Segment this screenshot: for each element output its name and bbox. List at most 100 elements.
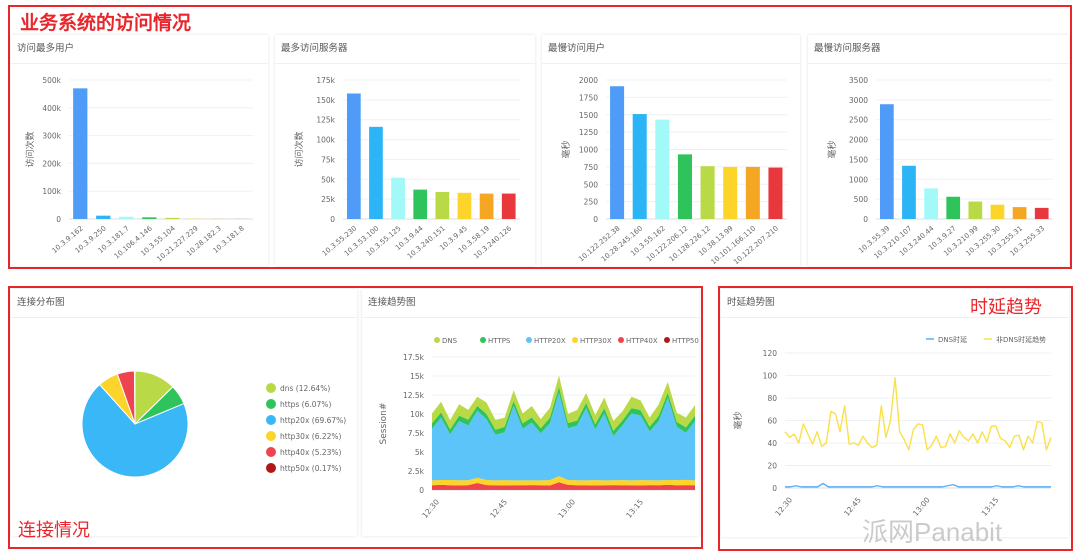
legend-swatch: [266, 447, 276, 457]
y-tick-label: 175k: [316, 76, 335, 85]
panel-top-users: 访问最多用户 0 100k 200k 300k 400k 500k 访问次数 10.3.9.16…: [11, 35, 268, 266]
legend-label: https (6.07%): [280, 400, 331, 409]
bar-5: [457, 192, 472, 219]
legend-label: HTTP50X: [672, 337, 699, 345]
panel-slow-servers: 最慢访问服务器 0 500 1000 1500 2000 2500 3000 3500 毫秒 10.…: [808, 35, 1069, 266]
y-tick-label: 12.5k: [403, 391, 425, 400]
panel-conn-trend: 连接趋势图 0 2.5k 5k 7.5k 10k 12.5k 15k 17.5k Session#…: [362, 289, 699, 536]
y-tick-label: 1750: [579, 93, 598, 102]
y-axis-title: Session#: [379, 403, 389, 445]
y-tick-label: 5k: [415, 448, 425, 457]
legend-swatch: [618, 337, 624, 343]
y-axis-title: 毫秒: [826, 140, 838, 158]
y-tick-label: 10k: [410, 410, 425, 419]
x-tick-label: 12:30: [773, 495, 794, 518]
legend-label: http30x (6.22%): [280, 432, 342, 441]
bar-2: [391, 177, 405, 219]
y-tick-label: 0: [593, 215, 598, 224]
panel-top-servers: 最多访问服务器 0 25k 50k 75k 100k 125k 150k 175k 访问次数 10.…: [275, 35, 535, 266]
y-tick-label: 60: [767, 417, 777, 426]
bar-4: [700, 166, 715, 219]
y-tick-label: 17.5k: [403, 353, 425, 362]
bar-7: [501, 193, 516, 219]
legend-swatch: [266, 415, 276, 425]
y-tick-label: 40: [767, 439, 777, 448]
y-tick-label: 0: [772, 484, 777, 493]
panel-conn-dist: 连接分布图 dns (12.64%) https (6.07%) http20x (6…: [11, 289, 357, 536]
y-tick-label: 500: [584, 180, 599, 189]
y-tick-label: 1500: [579, 111, 598, 120]
y-tick-label: 2000: [579, 76, 598, 85]
legend-swatch: [526, 337, 532, 343]
bar-7: [768, 167, 783, 219]
y-axis-title: 访问次数: [24, 131, 36, 167]
legend-swatch: [266, 431, 276, 441]
y-tick-label: 100: [763, 372, 778, 381]
bar-5: [990, 204, 1005, 219]
legend-swatch: [664, 337, 670, 343]
y-tick-label: 300k: [42, 132, 61, 141]
bar-2: [119, 216, 134, 219]
legend-swatch: [266, 399, 276, 409]
bar-4: [435, 191, 450, 219]
x-tick-label: 13:00: [556, 497, 577, 520]
latency-trend-chart: 020406080100120毫秒12:30 12:45 13:00 13:15DNS…: [732, 335, 1052, 518]
x-tick-label: 13:15: [624, 497, 645, 520]
legend-swatch: [266, 383, 276, 393]
bar-7: [1034, 207, 1049, 219]
legend-swatch: [480, 337, 486, 343]
y-tick-label: 2500: [849, 116, 868, 125]
y-axis-title: 毫秒: [560, 140, 572, 158]
slow-servers-chart: 0500100015002000250030003500毫秒10.3.55.39…: [826, 76, 1053, 261]
y-tick-label: 125k: [316, 116, 335, 125]
line-nondns-latency: [784, 377, 1052, 451]
bar-0: [610, 86, 625, 219]
legend-label: HTTP20X: [534, 337, 566, 345]
y-tick-label: 2.5k: [408, 467, 425, 476]
legend-swatch: [434, 337, 440, 343]
y-tick-label: 7.5k: [408, 429, 425, 438]
legend-label: HTTP40X: [626, 337, 658, 345]
panel-slow-users: 最慢访问用户 0 250 500 750 1000 1250 1500 1750 2000 毫秒 10…: [542, 35, 800, 266]
y-tick-label: 1000: [579, 146, 598, 155]
annotation-connection: 连接情况: [18, 520, 90, 541]
y-tick-label: 500k: [42, 76, 61, 85]
y-tick-label: 400k: [42, 104, 61, 113]
legend-swatch: [266, 463, 276, 473]
legend-swatch: [572, 337, 578, 343]
y-tick-label: 25k: [321, 195, 336, 204]
bar-3: [142, 217, 157, 219]
legend-label: http20x (69.67%): [280, 416, 346, 425]
slow-users-chart: 025050075010001250150017502000毫秒10.122.2…: [560, 76, 787, 266]
bar-3: [677, 154, 692, 219]
y-axis-title: 访问次数: [293, 131, 305, 167]
x-tick-label: 12:45: [842, 495, 863, 518]
y-tick-label: 15k: [410, 372, 425, 381]
bar-2: [924, 188, 938, 219]
y-tick-label: 2000: [849, 136, 868, 145]
y-tick-label: 500: [854, 195, 869, 204]
bar-1: [369, 126, 383, 219]
panel-latency-trend: 时延趋势图 0 20 40 60 80 100 120 毫秒 12:30 12:45 13:00 13:…: [721, 289, 1069, 537]
annotation-business-access: 业务系统的访问情况: [20, 12, 192, 34]
x-tick-label: 12:30: [420, 497, 441, 520]
bar-6: [1012, 207, 1027, 219]
legend-label: DNS时延: [938, 335, 967, 344]
y-tick-label: 0: [863, 215, 868, 224]
y-tick-label: 1250: [579, 128, 598, 137]
bar-2: [655, 119, 670, 219]
bar-1: [902, 165, 916, 219]
top-servers-chart: 025k50k75k100k125k150k175k访问次数10.3.55.23…: [293, 76, 520, 261]
y-tick-label: 75k: [321, 155, 336, 164]
bar-0: [73, 88, 88, 219]
y-tick-label: 80: [767, 394, 777, 403]
bar-0: [879, 104, 894, 219]
y-tick-label: 750: [584, 163, 599, 172]
y-tick-label: 100k: [42, 187, 61, 196]
y-tick-label: 120: [763, 349, 778, 358]
conn-trend-chart: 0 2.5k 5k 7.5k 10k 12.5k 15k 17.5k Session# 12:30…: [379, 337, 699, 520]
legend-label: HTTP30X: [580, 337, 612, 345]
legend-label: http40x (5.23%): [280, 448, 342, 457]
bar-3: [413, 189, 428, 219]
y-tick-label: 0: [330, 215, 335, 224]
